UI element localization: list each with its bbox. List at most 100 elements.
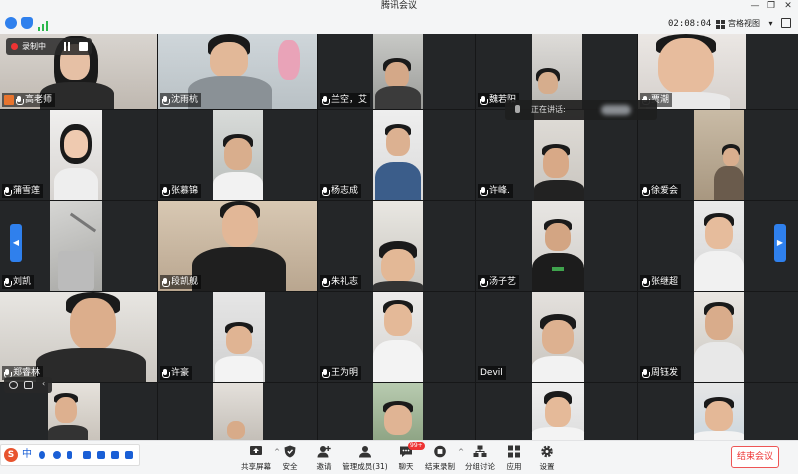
fullscreen-icon[interactable] — [781, 18, 791, 28]
speaker-icon[interactable] — [9, 381, 18, 389]
view-switch-button[interactable]: 宫格视图 ▾ — [714, 16, 774, 32]
video-tile[interactable]: 朱礼志 — [318, 201, 475, 291]
breakout-icon — [473, 445, 487, 457]
shield-icon[interactable] — [21, 17, 33, 29]
video-tile[interactable] — [318, 383, 475, 440]
grid-view-icon — [716, 20, 725, 29]
participant-video — [694, 383, 744, 440]
participant-nameplate: 张慕锦 — [160, 184, 202, 198]
minimize-button[interactable]: — — [748, 0, 762, 13]
share-screen-icon — [250, 446, 262, 455]
chevron-left-icon[interactable]: ‹ — [42, 379, 45, 388]
record-dot-icon — [11, 43, 18, 50]
participant-name: Devil — [480, 368, 503, 378]
video-tile[interactable]: 贾潮 — [638, 34, 798, 109]
ime-mode-toggle[interactable]: 中 — [22, 448, 32, 462]
video-tile[interactable]: 刘凯 — [0, 201, 157, 291]
participant-nameplate: 汤子艺 — [478, 275, 520, 289]
participant-name: 杨志成 — [331, 186, 359, 196]
participant-video — [373, 34, 423, 109]
video-tile[interactable]: 许峰. — [476, 110, 637, 200]
meeting-timer: 02:08:04 — [668, 19, 712, 29]
info-icon[interactable] — [5, 17, 17, 29]
chat-bubble-icon[interactable] — [24, 381, 33, 389]
mic-icon — [16, 95, 24, 105]
ime-toolbar: S 中 — [0, 444, 140, 466]
participant-video — [532, 292, 584, 382]
recording-label: 录制中 — [22, 42, 46, 51]
next-page-button[interactable]: ▶ — [774, 224, 786, 262]
invite-icon — [317, 446, 331, 458]
participant-name: 蒲雪莲 — [13, 186, 41, 196]
punctuation-icon[interactable] — [39, 451, 45, 459]
participant-video — [50, 201, 102, 291]
signal-icon[interactable] — [37, 17, 49, 31]
video-tile[interactable]: 徐爱会 — [638, 110, 798, 200]
mic-icon — [322, 95, 330, 105]
video-tile[interactable]: 杨志成 — [318, 110, 475, 200]
participant-name: 张继超 — [651, 277, 679, 287]
stop-recording-button[interactable] — [79, 42, 88, 51]
participant-video — [532, 34, 582, 109]
participant-nameplate: 蒲雪莲 — [2, 184, 44, 198]
mic-icon — [162, 277, 170, 287]
participant-nameplate: 段凯舰 — [160, 275, 202, 289]
host-icon — [4, 95, 14, 105]
participant-name: 许豪 — [171, 368, 190, 378]
close-button[interactable]: ✕ — [781, 0, 795, 13]
participant-video — [694, 201, 744, 291]
end-meeting-button[interactable]: 结束会议 — [731, 446, 779, 468]
meeting-window: 腾讯会议 — ❐ ✕ 02:08:04 宫格视图 ▾ 高老师 沈雨杭 兰空，艾 … — [0, 0, 798, 474]
mic-icon — [642, 368, 650, 378]
participant-video — [48, 383, 100, 440]
participant-video — [213, 383, 263, 440]
participant-nameplate: 徐爱会 — [640, 184, 682, 198]
pause-recording-button[interactable] — [62, 42, 71, 51]
previous-page-button[interactable]: ◀ — [10, 224, 22, 262]
participant-nameplate: 朱礼志 — [320, 275, 362, 289]
video-tile[interactable]: 段凯舰 — [158, 201, 317, 291]
meeting-info-bar: 02:08:04 宫格视图 ▾ — [0, 13, 798, 34]
video-tile[interactable]: 王为明 — [318, 292, 475, 382]
toolbox-icon[interactable] — [111, 451, 119, 459]
skin-icon[interactable] — [97, 451, 105, 459]
voice-input-icon[interactable] — [67, 451, 72, 459]
mic-icon — [4, 277, 12, 287]
recording-indicator: 录制中 — [6, 38, 92, 55]
participant-nameplate: 王为明 — [320, 366, 362, 380]
mic-icon — [480, 186, 488, 196]
video-tile[interactable]: 沈雨杭 — [158, 34, 317, 109]
video-tile[interactable]: 蒲雪莲 — [0, 110, 157, 200]
participant-video — [373, 383, 423, 440]
video-tile[interactable]: 郑睿林 — [0, 292, 157, 382]
participant-nameplate: 高老师 — [2, 93, 56, 107]
video-tile[interactable]: 张慕锦 — [158, 110, 317, 200]
video-tile[interactable]: 汤子艺 — [476, 201, 637, 291]
emoji-icon[interactable] — [53, 451, 61, 459]
participant-nameplate: 兰空，艾 — [320, 93, 371, 107]
participant-name: 兰空，艾 — [331, 95, 368, 105]
participant-name: 刘凯 — [13, 277, 32, 287]
sogou-logo-icon[interactable]: S — [4, 448, 18, 462]
keyboard-icon[interactable] — [83, 451, 91, 459]
video-tile[interactable]: 许豪 — [158, 292, 317, 382]
video-tile[interactable] — [638, 383, 798, 440]
window-title: 腾讯会议 — [380, 1, 417, 11]
ime-menu-icon[interactable] — [125, 451, 133, 459]
gear-icon — [541, 445, 553, 458]
restore-button[interactable]: ❐ — [764, 0, 778, 13]
video-tile[interactable] — [476, 383, 637, 440]
participant-name: 段凯舰 — [171, 277, 199, 287]
video-tile[interactable]: 魏若阳 — [476, 34, 637, 109]
apps-icon — [508, 445, 520, 458]
video-tile[interactable]: 周钰发 — [638, 292, 798, 382]
video-tile[interactable]: 兰空，艾 — [318, 34, 475, 109]
participant-name: 沈雨杭 — [171, 95, 199, 105]
video-tile[interactable]: Devil — [476, 292, 637, 382]
participant-nameplate: 张继超 — [640, 275, 682, 289]
stop-record-icon — [434, 445, 446, 458]
participant-nameplate: Devil — [478, 366, 506, 380]
video-tile[interactable] — [158, 383, 317, 440]
settings-button[interactable]: 设置 — [527, 444, 567, 474]
mic-icon — [322, 277, 330, 287]
